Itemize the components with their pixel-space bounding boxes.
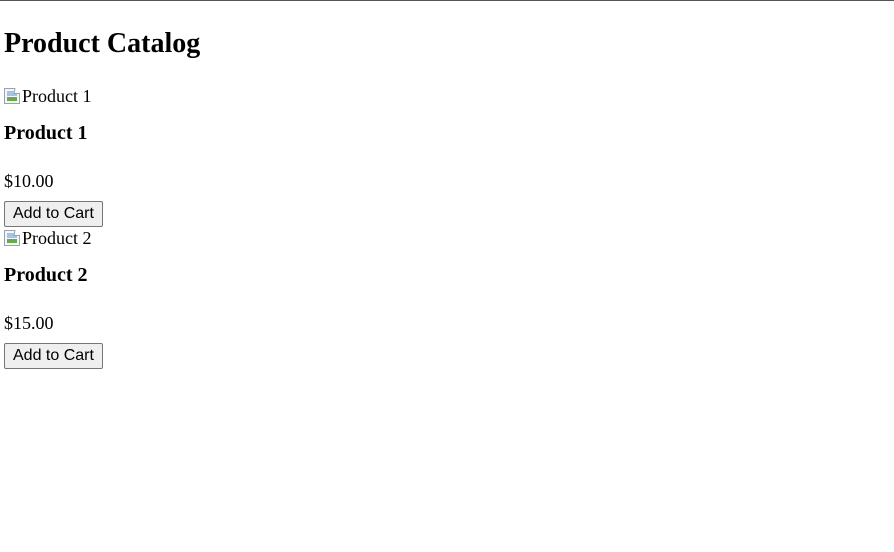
broken-image-icon: [4, 88, 21, 104]
product-image-2: Product 2: [4, 227, 890, 249]
product-name: Product 1: [4, 122, 88, 144]
add-to-cart-button[interactable]: Add to Cart: [4, 201, 103, 227]
product-price: $15.00: [4, 313, 54, 333]
product-price: $10.00: [4, 171, 54, 191]
product-image-1: Product 1: [4, 85, 890, 107]
product-image-alt-text: Product 1: [22, 86, 92, 106]
add-to-cart-button[interactable]: Add to Cart: [4, 343, 103, 369]
product-card-1: Product 1 Product 1 $10.00 Add to Cart: [4, 85, 890, 227]
product-actions: Add to Cart: [4, 193, 890, 227]
product-card-2: Product 2 Product 2 $15.00 Add to Cart: [4, 227, 890, 369]
page: Product Catalog Product 1 Product 1 $10.…: [0, 1, 894, 369]
broken-image-icon: [4, 230, 21, 246]
page-title: Product Catalog: [4, 28, 201, 59]
product-name: Product 2: [4, 264, 88, 286]
product-actions: Add to Cart: [4, 335, 890, 369]
product-image-alt-text: Product 2: [22, 228, 92, 248]
